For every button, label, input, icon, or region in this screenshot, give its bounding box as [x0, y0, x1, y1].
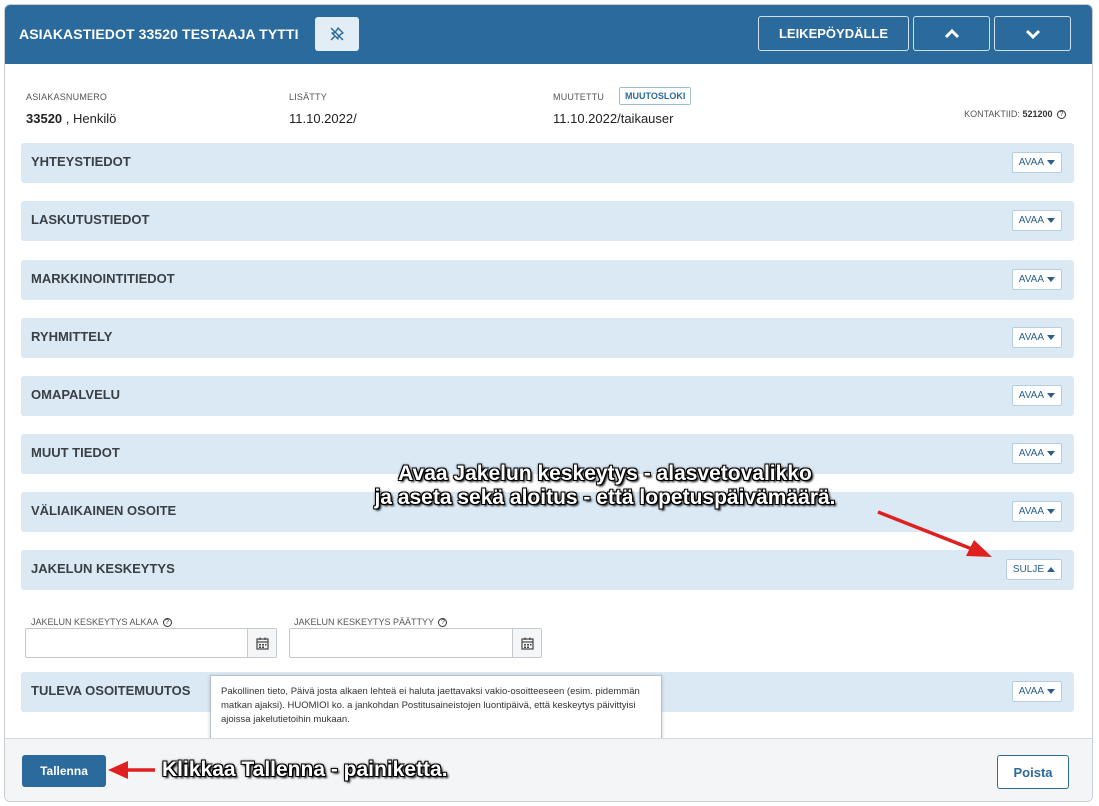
- section-toggle-button[interactable]: AVAA: [1011, 152, 1062, 173]
- instruction-line-1: Avaa Jakelun keskeytys - alasvetovalikko: [398, 462, 812, 485]
- caret-down-icon: [1047, 160, 1055, 165]
- section-title: MARKKINOINTITIEDOT: [31, 271, 175, 286]
- help-tooltip: Pakollinen tieto, Päivä josta alkaen leh…: [210, 675, 662, 748]
- section-toggle-button[interactable]: AVAA: [1011, 443, 1062, 464]
- section-billing-info: LASKUTUSTIEDOT AVAA: [21, 201, 1074, 241]
- modified-value: 11.10.2022/taikauser: [553, 111, 674, 126]
- copy-to-clipboard-button[interactable]: LEIKEPÖYDÄLLE: [758, 16, 909, 51]
- section-title: VÄLIAIKAINEN OSOITE: [31, 503, 177, 518]
- panel-header: ASIAKASTIEDOT 33520 TESTAAJA TYTTI LEIKE…: [5, 5, 1092, 64]
- modified-label: MUUTETTU: [553, 92, 605, 102]
- section-title: LASKUTUSTIEDOT: [31, 212, 150, 227]
- toggle-label: AVAA: [1018, 215, 1044, 226]
- suspension-end-label-text: JAKELUN KESKEYTYS PÄÄTTYY: [294, 617, 434, 627]
- tooltip-text: Pakollinen tieto, Päivä josta alkaen leh…: [221, 686, 640, 725]
- contact-id-label: KONTAKTIID:: [964, 109, 1020, 119]
- section-toggle-button[interactable]: AVAA: [1011, 210, 1062, 231]
- caret-down-icon: [1047, 689, 1055, 694]
- suspension-start-date-input[interactable]: [25, 628, 277, 658]
- calendar-icon: [520, 637, 534, 650]
- section-title: OMAPALVELU: [31, 387, 121, 402]
- customer-number-label: ASIAKASNUMERO: [26, 92, 108, 102]
- suspension-end-label: JAKELUN KESKEYTYS PÄÄTTYY ?: [294, 617, 448, 627]
- chevron-down-icon: [1025, 29, 1040, 39]
- section-toggle-button[interactable]: AVAA: [1011, 501, 1062, 522]
- section-grouping: RYHMITTELY AVAA: [21, 318, 1074, 358]
- help-icon[interactable]: ?: [438, 618, 448, 627]
- section-marketing-info: MARKKINOINTITIEDOT AVAA: [21, 260, 1074, 300]
- section-title: TULEVA OSOITEMUUTOS: [31, 683, 191, 698]
- toggle-label: AVAA: [1018, 686, 1044, 697]
- customer-number-row: 33520 , Henkilö: [26, 111, 116, 126]
- section-toggle-button[interactable]: AVAA: [1011, 385, 1062, 406]
- help-icon[interactable]: ?: [1057, 110, 1066, 119]
- instruction-text-save: Klikkaa Tallenna - painiketta.: [162, 758, 448, 781]
- previous-button[interactable]: [913, 16, 990, 51]
- section-toggle-button[interactable]: AVAA: [1011, 681, 1062, 702]
- section-delivery-suspension: JAKELUN KESKEYTYS SULJE: [21, 550, 1074, 590]
- toggle-label: AVAA: [1018, 332, 1044, 343]
- section-title: MUUT TIEDOT: [31, 445, 120, 460]
- section-toggle-button[interactable]: SULJE: [1005, 559, 1062, 580]
- calendar-icon: [255, 637, 269, 650]
- calendar-button[interactable]: [512, 629, 541, 657]
- customer-number: 33520: [26, 111, 63, 126]
- calendar-button[interactable]: [247, 629, 276, 657]
- save-button[interactable]: Tallenna: [22, 755, 106, 787]
- instruction-line-2: ja aseta sekä aloitus - että lopetuspäiv…: [374, 486, 836, 509]
- toggle-label: AVAA: [1018, 448, 1044, 459]
- next-button[interactable]: [994, 16, 1071, 51]
- suspension-end-date-input[interactable]: [289, 628, 542, 658]
- section-self-service: OMAPALVELU AVAA: [21, 376, 1074, 416]
- suspension-start-label: JAKELUN KESKEYTYS ALKAA ?: [31, 617, 172, 627]
- caret-up-icon: [1047, 567, 1055, 572]
- changelog-button[interactable]: MUUTOSLOKI: [619, 87, 692, 105]
- toggle-label: AVAA: [1018, 274, 1044, 285]
- added-value: 11.10.2022/: [289, 111, 357, 126]
- section-contact-info: YHTEYSTIEDOT AVAA: [21, 143, 1074, 183]
- section-title: YHTEYSTIEDOT: [31, 154, 131, 169]
- toggle-label: AVAA: [1018, 506, 1044, 517]
- caret-down-icon: [1047, 218, 1055, 223]
- contact-id: KONTAKTIID: 521200 ?: [964, 109, 1066, 119]
- section-title: RYHMITTELY: [31, 329, 113, 344]
- unpin-icon: [330, 27, 344, 41]
- suspension-start-label-text: JAKELUN KESKEYTYS ALKAA: [31, 617, 159, 627]
- contact-id-value: 521200: [1022, 109, 1053, 119]
- section-toggle-button[interactable]: AVAA: [1011, 269, 1062, 290]
- caret-down-icon: [1047, 393, 1055, 398]
- toggle-label: AVAA: [1018, 390, 1044, 401]
- added-label: LISÄTTY: [289, 92, 327, 102]
- customer-type: , Henkilö: [65, 111, 117, 126]
- caret-down-icon: [1047, 335, 1055, 340]
- delete-button[interactable]: Poista: [997, 755, 1069, 789]
- panel-title: ASIAKASTIEDOT 33520 TESTAAJA TYTTI: [19, 26, 299, 42]
- caret-down-icon: [1047, 451, 1055, 456]
- caret-down-icon: [1047, 509, 1055, 514]
- toggle-label: AVAA: [1018, 157, 1044, 168]
- instruction-text-1: Avaa Jakelun keskeytys - alasvetovalikko…: [360, 462, 850, 510]
- customer-details-panel: ASIAKASTIEDOT 33520 TESTAAJA TYTTI LEIKE…: [4, 4, 1093, 802]
- section-toggle-button[interactable]: AVAA: [1011, 327, 1062, 348]
- chevron-up-icon: [944, 28, 959, 38]
- unpin-button[interactable]: [315, 17, 359, 51]
- toggle-label: SULJE: [1012, 564, 1044, 575]
- section-title: JAKELUN KESKEYTYS: [31, 561, 175, 576]
- caret-down-icon: [1047, 277, 1055, 282]
- help-icon[interactable]: ?: [162, 618, 172, 627]
